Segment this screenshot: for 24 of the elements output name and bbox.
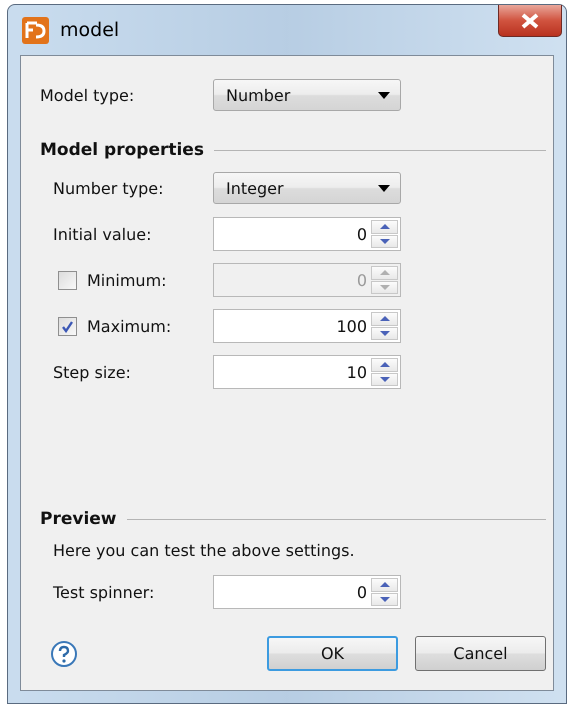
- section-heading: Preview: [40, 509, 117, 529]
- caret-icon: [378, 184, 390, 192]
- field-label: Test spinner:: [53, 582, 156, 602]
- field-label: Step size:: [53, 362, 132, 382]
- checkbox[interactable]: [58, 270, 77, 290]
- caret-icon: [378, 92, 390, 98]
- description-text: Here you can test the above settings.: [53, 541, 356, 561]
- help-icon[interactable]: [50, 640, 78, 668]
- ok-button[interactable]: OK: [267, 636, 398, 671]
- checkbox-label[interactable]: Minimum:: [87, 270, 167, 290]
- field-label: Model type:: [40, 86, 136, 104]
- section-heading: Model properties: [40, 140, 204, 160]
- close-button[interactable]: [498, 5, 562, 37]
- cancel-button[interactable]: Cancel: [415, 636, 546, 671]
- close-icon: [520, 12, 540, 28]
- checkbox[interactable]: [58, 316, 77, 336]
- dropdown[interactable]: Integer: [213, 172, 401, 204]
- dropdown[interactable]: Number: [213, 79, 401, 111]
- check-icon: [61, 320, 74, 332]
- checkbox-label[interactable]: Maximum:: [87, 316, 172, 336]
- field-label: Number type:: [53, 178, 164, 198]
- field-label: Initial value:: [53, 224, 152, 244]
- window-title: model: [60, 19, 120, 41]
- app-icon: [22, 16, 49, 44]
